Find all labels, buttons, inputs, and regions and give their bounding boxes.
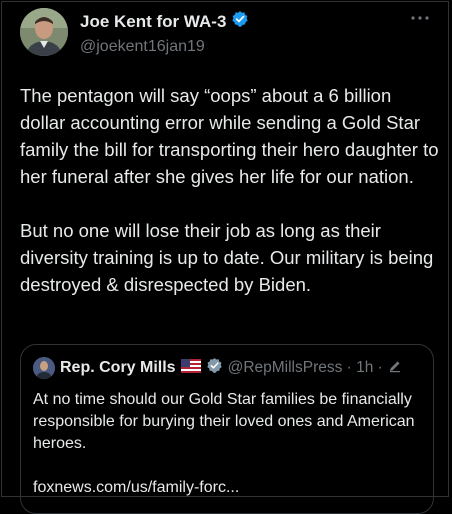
quoted-tweet[interactable]: Rep. Cory Mills @RepMillsPress · 1h · At… xyxy=(20,344,434,514)
tweet-body: The pentagon will say “oops” about a 6 b… xyxy=(20,82,440,298)
quoted-author-avatar[interactable] xyxy=(33,357,55,379)
pencil-icon xyxy=(388,359,402,378)
quoted-tweet-paragraph: At no time should our Gold Star families… xyxy=(33,391,415,452)
us-flag-icon xyxy=(180,358,201,378)
more-horizontal-icon[interactable] xyxy=(408,10,432,26)
quoted-author-handle-time[interactable]: @RepMillsPress · 1h · xyxy=(228,359,383,377)
tweet-header: Joe Kent for WA-3 @joekent16jan19 xyxy=(20,8,438,58)
quoted-tweet-header: Rep. Cory Mills @RepMillsPress · 1h · xyxy=(33,357,425,379)
author-display-name[interactable]: Joe Kent for WA-3 xyxy=(80,12,226,32)
quoted-tweet-body: At no time should our Gold Star families… xyxy=(33,389,423,499)
author-avatar[interactable] xyxy=(20,8,68,56)
author-handle[interactable]: @joekent16jan19 xyxy=(80,38,249,56)
tweet-paragraph: But no one will lose their job as long a… xyxy=(20,220,434,295)
verified-badge-icon[interactable] xyxy=(231,10,249,33)
tweet-paragraph: The pentagon will say “oops” about a 6 b… xyxy=(20,85,439,187)
gray-verified-badge-icon[interactable] xyxy=(206,357,223,379)
author-names: Joe Kent for WA-3 @joekent16jan19 xyxy=(80,10,249,56)
tweet-card: Joe Kent for WA-3 @joekent16jan19 The pe… xyxy=(1,1,449,514)
quoted-author-display-name[interactable]: Rep. Cory Mills xyxy=(60,359,176,377)
quoted-tweet-link[interactable]: foxnews.com/us/family-forc... xyxy=(33,477,423,499)
